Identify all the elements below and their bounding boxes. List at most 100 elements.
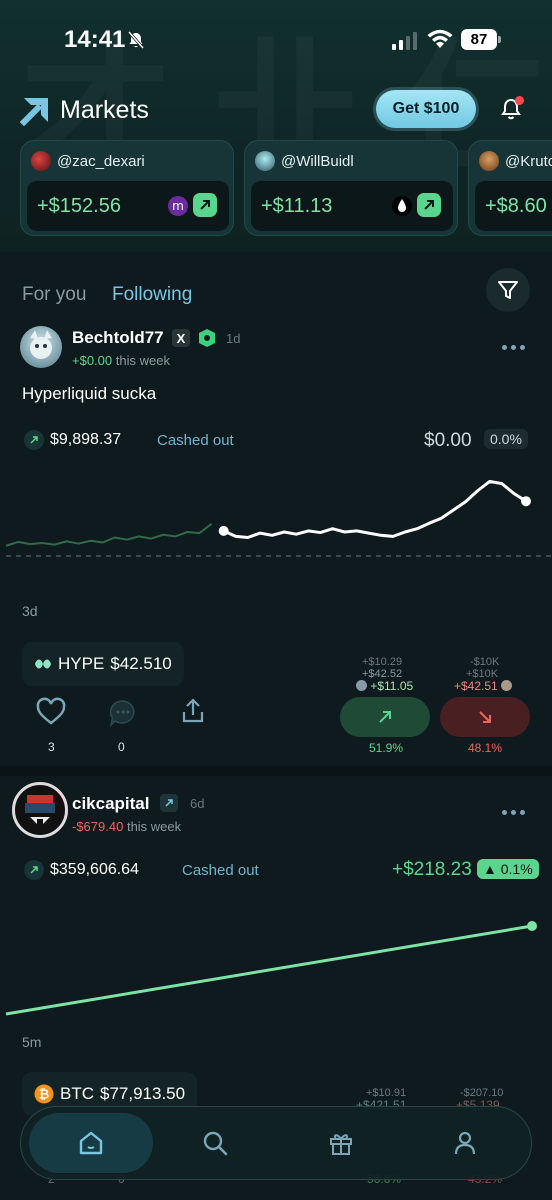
post-text: Hyperliquid sucka	[22, 384, 157, 403]
post-username[interactable]: Bechtold77	[72, 328, 164, 348]
post-menu-button[interactable]	[502, 345, 525, 350]
pnl-percent-text: 0.1%	[500, 861, 533, 877]
price-chart[interactable]	[0, 910, 552, 1030]
silent-bell-icon	[127, 31, 145, 49]
asset-price: $42.510	[110, 654, 172, 673]
position-amount: $9,898.37	[50, 431, 122, 448]
chart-exit-point	[521, 496, 531, 507]
tab-for-you[interactable]: For you	[22, 284, 86, 306]
notification-dot	[515, 96, 524, 105]
avatar	[356, 680, 367, 691]
svg-text:m: m	[172, 199, 184, 213]
chart-range: 5m	[22, 1034, 42, 1050]
week-change: +$0.00	[72, 353, 113, 368]
chart-line-position	[223, 480, 527, 539]
pnl-percent-badge: ▲ 0.1%	[477, 859, 539, 879]
markets-badge-icon	[160, 794, 178, 812]
app-header: Markets Get $100	[0, 86, 552, 136]
ticker-body: +$152.56 m	[27, 181, 229, 231]
ticker-body: +$11.13	[251, 181, 453, 231]
up-arrow-icon	[24, 860, 44, 880]
asset-symbol: BTC	[60, 1084, 94, 1103]
down-arrow-icon	[479, 711, 491, 723]
notifications-button[interactable]	[498, 96, 524, 122]
ticker-body: +$8.60	[475, 181, 552, 231]
position-amount: $359,606.64	[50, 861, 139, 878]
avatar[interactable]	[20, 326, 62, 368]
chart-line	[5, 924, 533, 1016]
search-icon[interactable]	[201, 1129, 229, 1157]
price-chart[interactable]	[0, 480, 552, 600]
drop-token-icon	[392, 196, 412, 216]
ticker-handle: @Kruto	[505, 152, 552, 170]
profile-icon[interactable]	[451, 1129, 479, 1157]
bet-down-button[interactable]	[440, 697, 530, 737]
chart-end-point	[527, 921, 537, 931]
week-label: this week	[115, 353, 170, 368]
status-time: 14:41	[64, 26, 126, 53]
like-heart-icon[interactable]	[36, 697, 66, 727]
up-arrow-icon	[193, 193, 217, 217]
ticker-amount: +$8.60	[485, 195, 547, 217]
post-username[interactable]: cikcapital	[72, 794, 150, 814]
token-icon: m	[168, 196, 188, 216]
asset-chip[interactable]: HYPE $42.510	[22, 642, 184, 686]
avatar	[501, 680, 513, 691]
chart-range: 3d	[22, 603, 38, 619]
ticker-user: @WillBuidl	[255, 151, 354, 171]
like-count: 3	[48, 740, 55, 754]
pnl-value: +$218.23	[392, 859, 472, 880]
post-divider	[0, 766, 552, 776]
tab-following[interactable]: Following	[112, 284, 192, 306]
chart-line-history	[5, 522, 213, 547]
pnl-value: $0.00	[424, 430, 472, 451]
ticker-carousel[interactable]: @zac_dexari +$152.56 m @WillBuidl +$11.1…	[20, 140, 552, 240]
bull-amount: +$11.05	[356, 679, 413, 693]
post-age: 6d	[190, 796, 205, 811]
bear-amount: +$42.51	[454, 679, 513, 693]
signal-icon	[392, 32, 417, 50]
ticker-card[interactable]: @Kruto +$8.60	[468, 140, 552, 236]
wifi-icon	[427, 29, 453, 48]
hype-icon	[35, 659, 51, 669]
status-bar: 14:41 87	[0, 0, 552, 80]
ticker-handle: @zac_dexari	[57, 152, 145, 170]
ticker-amount: +$152.56	[37, 195, 121, 217]
post-menu-button[interactable]	[502, 810, 525, 815]
comment-icon[interactable]	[108, 698, 138, 728]
bet-up-button[interactable]	[340, 697, 430, 737]
ticker-user: @Kruto	[479, 151, 552, 171]
bear-mini-1: -$10K	[470, 656, 500, 668]
x-logo-icon[interactable]: X	[172, 329, 190, 347]
gift-icon[interactable]	[327, 1129, 355, 1157]
filter-icon	[498, 281, 518, 299]
ticker-card[interactable]: @WillBuidl +$11.13	[244, 140, 458, 236]
svg-text:₿: ₿	[39, 1088, 50, 1103]
bull-amount-text: +$11.05	[370, 679, 414, 693]
week-change: -$679.40	[72, 819, 124, 834]
avatar	[31, 151, 51, 171]
filter-button[interactable]	[486, 268, 530, 312]
ticker-handle: @WillBuidl	[281, 152, 354, 170]
position-value: $9,898.37	[24, 430, 121, 450]
up-arrow-icon	[24, 430, 44, 450]
week-label: this week	[126, 819, 182, 834]
get-100-button[interactable]: Get $100	[376, 90, 476, 128]
nav-home-button[interactable]	[29, 1113, 153, 1173]
asset-price: $77,913.50	[100, 1084, 186, 1103]
avatar	[255, 151, 275, 171]
chart-entry-point	[218, 525, 229, 536]
up-arrow-icon	[417, 193, 441, 217]
cashed-out-label: Cashed out	[182, 862, 259, 879]
bull-mini-1: +$10.29	[362, 656, 403, 668]
ticker-card[interactable]: @zac_dexari +$152.56 m	[20, 140, 234, 236]
comment-count: 0	[118, 740, 125, 754]
avatar[interactable]	[12, 782, 68, 838]
post-age: 1d	[226, 331, 241, 346]
position-value: $359,606.64	[24, 860, 139, 880]
home-icon	[79, 1131, 103, 1155]
up-arrow-icon	[379, 711, 391, 723]
down-percent: 48.1%	[468, 741, 503, 755]
share-icon[interactable]	[178, 696, 208, 726]
page-title: Markets	[60, 96, 149, 124]
